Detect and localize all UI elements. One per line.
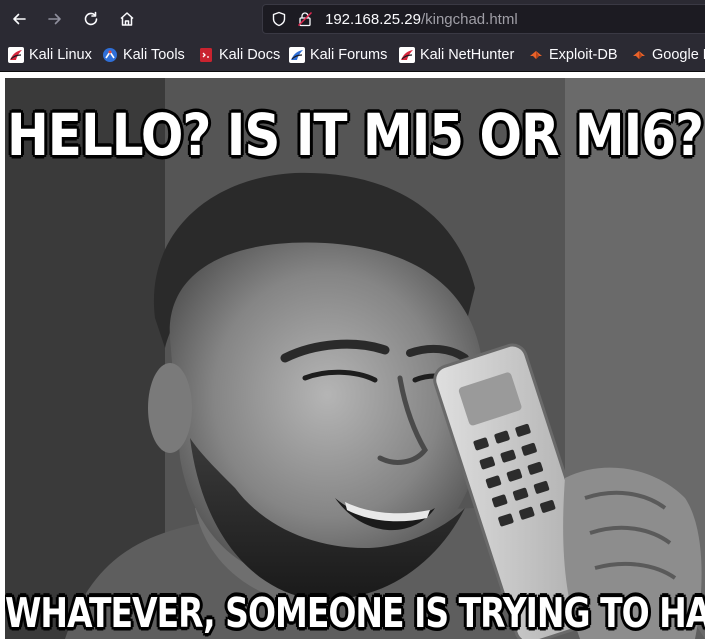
bookmark-kali-nethunter[interactable]: Kali NetHunter (399, 45, 514, 65)
lock-icon[interactable] (297, 11, 313, 27)
url-text[interactable]: 192.168.25.29/kingchad.html (325, 11, 518, 28)
url-path: /kingchad.html (420, 11, 518, 28)
back-button[interactable] (6, 6, 32, 32)
meme-top-caption: HELLO? IS IT MI5 OR MI6? (6, 101, 705, 170)
kali-nethunter-icon (399, 47, 415, 63)
bookmark-kali-linux[interactable]: Kali Linux (8, 45, 92, 65)
meme-image: HELLO? IS IT MI5 OR MI6? WHATEVER, SOMEO… (5, 78, 705, 639)
address-bar[interactable]: 192.168.25.29/kingchad.html (262, 4, 705, 34)
bookmark-label: Kali NetHunter (420, 47, 515, 63)
bookmark-label: Kali Tools (123, 47, 185, 63)
bookmark-label: Kali Forums (310, 47, 388, 63)
kali-forums-icon (289, 47, 305, 63)
page-content: HELLO? IS IT MI5 OR MI6? WHATEVER, SOMEO… (0, 72, 705, 639)
google-hacking-icon (633, 51, 645, 59)
bookmark-label: Google H (652, 47, 705, 63)
kali-docs-icon (200, 48, 212, 62)
exploit-db-icon (530, 51, 542, 59)
kali-tools-icon (103, 48, 117, 62)
bookmarks-toolbar: Kali Linux Kali Tools Kali Docs Kali For… (0, 38, 705, 72)
reload-button[interactable] (78, 6, 104, 32)
bookmark-label: Kali Linux (29, 47, 92, 63)
bookmark-exploit-db[interactable]: Exploit-DB (528, 45, 618, 65)
forward-button[interactable] (42, 6, 68, 32)
bookmark-label: Exploit-DB (549, 47, 618, 63)
bookmark-kali-forums[interactable]: Kali Forums (289, 45, 387, 65)
arrow-left-icon (13, 13, 26, 25)
bookmark-google-hacking[interactable]: Google H (631, 45, 705, 65)
navigation-toolbar: 192.168.25.29/kingchad.html (0, 0, 705, 38)
shield-icon[interactable] (271, 11, 287, 27)
bookmark-kali-tools[interactable]: Kali Tools (102, 45, 185, 65)
reload-icon (84, 11, 98, 26)
home-button[interactable] (114, 6, 140, 32)
home-icon (120, 12, 134, 26)
kali-dragon-icon (8, 47, 24, 63)
bookmark-kali-docs[interactable]: Kali Docs (198, 45, 280, 65)
url-host: 192.168.25.29 (325, 11, 421, 28)
meme-bottom-caption: WHATEVER, SOMEONE IS TRYING TO HACK US (5, 587, 705, 638)
bookmark-label: Kali Docs (219, 47, 281, 63)
arrow-right-icon (48, 13, 61, 25)
